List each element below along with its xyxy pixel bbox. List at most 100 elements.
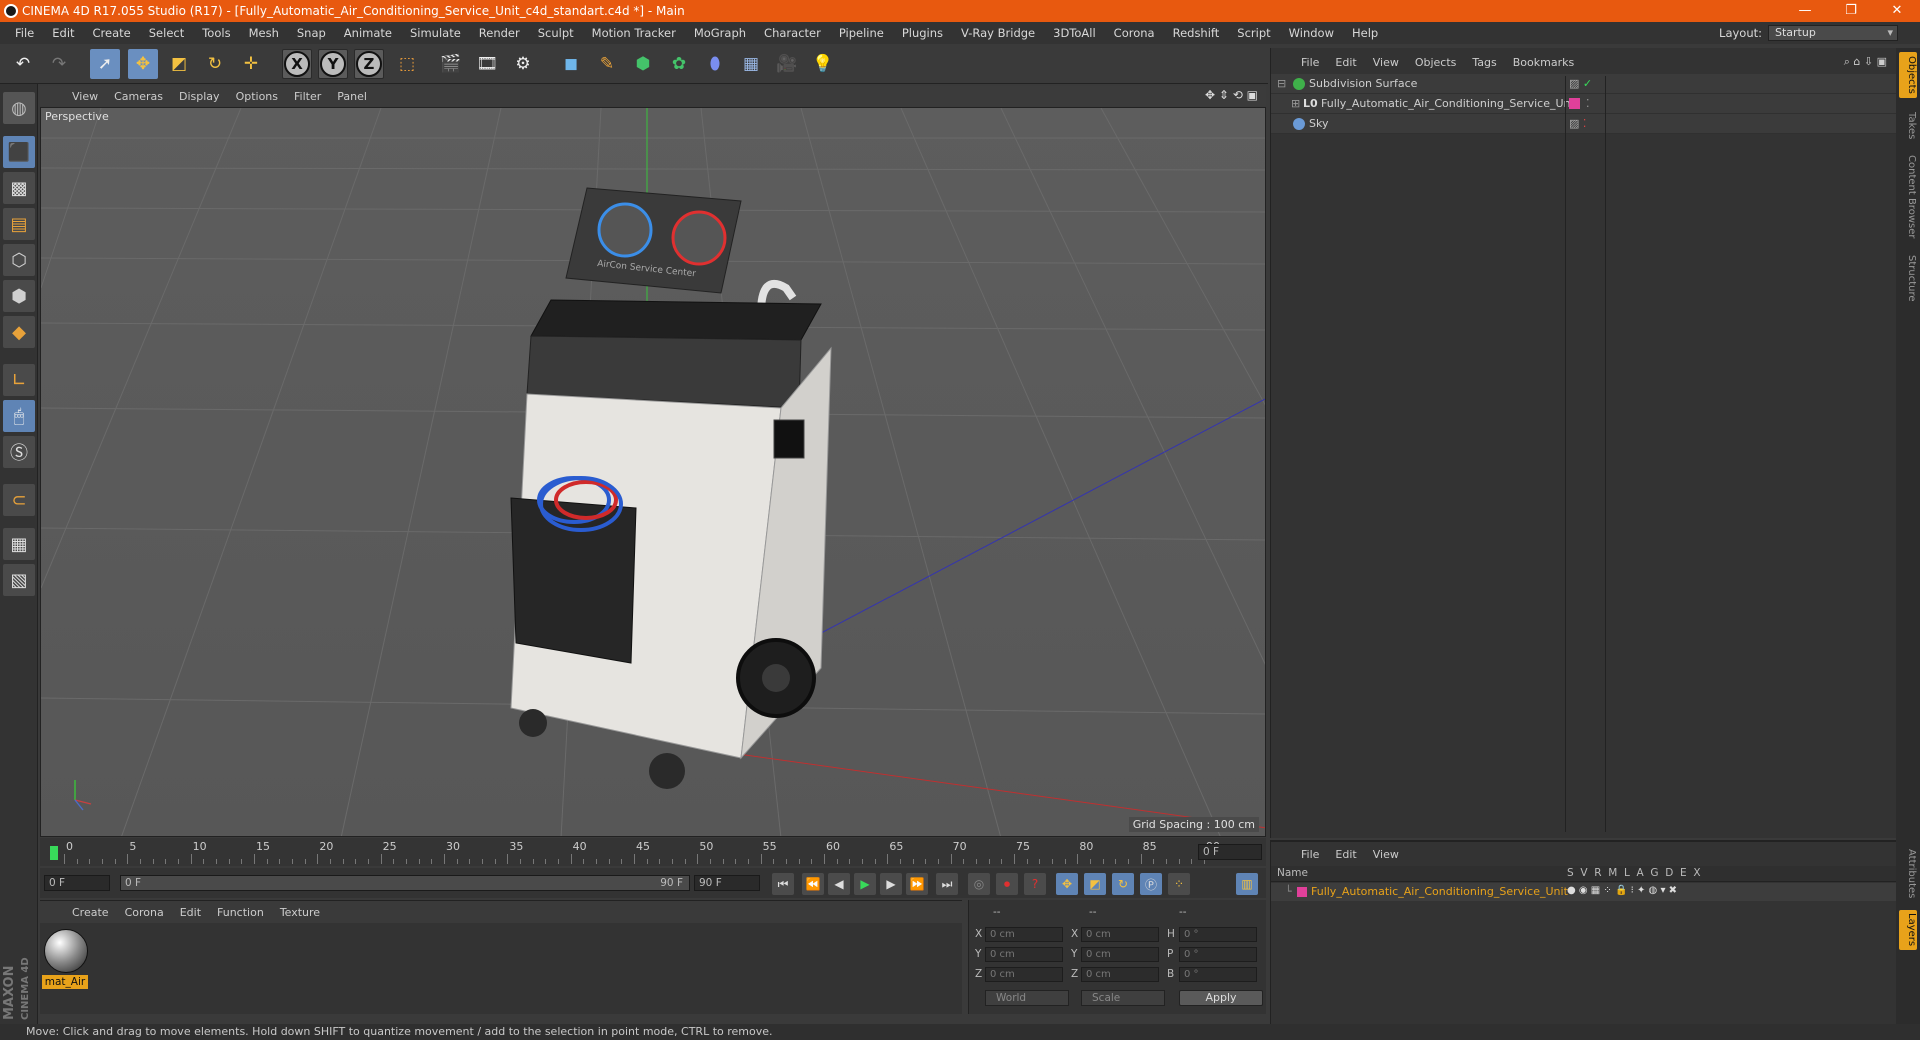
material-preview-swatch[interactable]	[44, 929, 88, 973]
menu-3dtoall[interactable]: 3DToAll	[1044, 26, 1105, 40]
menu-mesh[interactable]: Mesh	[240, 26, 288, 40]
col-expressions[interactable]: E	[1680, 867, 1687, 879]
make-editable-icon[interactable]: ◍	[3, 92, 35, 124]
object-row-service-unit[interactable]: ⊞ L0 Fully_Automatic_Air_Conditioning_Se…	[1271, 94, 1897, 114]
viewport-menu-display[interactable]: Display	[171, 90, 228, 103]
objects-menu-view[interactable]: View	[1365, 56, 1407, 69]
workplane-lock-icon[interactable]: ▦	[3, 528, 35, 560]
timeline-ruler[interactable]: 051015202530354045505560657075808590 0 F	[40, 838, 1266, 866]
layer-name[interactable]: Fully_Automatic_Air_Conditioning_Service…	[1311, 885, 1568, 898]
expand-toggle-icon[interactable]: ⊟	[1277, 77, 1286, 90]
tab-takes[interactable]: Takes	[1899, 106, 1917, 146]
layout-dropdown[interactable]: Startup	[1768, 25, 1898, 41]
menu-window[interactable]: Window	[1280, 26, 1343, 40]
menu-redshift[interactable]: Redshift	[1164, 26, 1229, 40]
previous-frame-icon[interactable]: ◀	[828, 873, 850, 895]
key-scale-icon[interactable]: ◩	[1084, 873, 1106, 895]
visibility-toggle-icon[interactable]: ▨ ⁚	[1569, 117, 1586, 130]
col-render[interactable]: R	[1594, 867, 1601, 879]
tab-objects[interactable]: Objects	[1899, 52, 1917, 98]
object-row-sky[interactable]: Sky ▨ ⁚	[1271, 114, 1897, 134]
menu-edit[interactable]: Edit	[43, 26, 83, 40]
viewport-perspective[interactable]: AirCon Service Center Perspective Grid S…	[40, 107, 1266, 837]
play-icon[interactable]: ▶	[854, 873, 876, 895]
viewport-menu-view[interactable]: View	[64, 90, 106, 103]
light-icon[interactable]: 💡	[808, 49, 838, 79]
cloner-icon[interactable]: ✿	[664, 49, 694, 79]
start-frame-field[interactable]: 0 F	[44, 875, 110, 891]
redo-icon[interactable]: ↷	[44, 49, 74, 79]
material-menu-create[interactable]: Create	[64, 906, 117, 919]
camera-icon[interactable]: 🎥	[772, 49, 802, 79]
position-z-field[interactable]: 0 cm	[985, 967, 1063, 982]
layers-menu-edit[interactable]: Edit	[1327, 848, 1364, 861]
menu-vray-bridge[interactable]: V-Ray Bridge	[952, 26, 1044, 40]
col-view[interactable]: V	[1580, 867, 1587, 879]
edges-mode-icon[interactable]: ⬢	[3, 280, 35, 312]
col-locked[interactable]: L	[1624, 867, 1630, 879]
key-position-icon[interactable]: ✥	[1056, 873, 1078, 895]
deformer-icon[interactable]: ⬮	[700, 49, 730, 79]
col-manager[interactable]: M	[1608, 867, 1617, 879]
material-menu-function[interactable]: Function	[209, 906, 272, 919]
x-axis-lock-icon[interactable]: X	[282, 49, 312, 79]
menu-animate[interactable]: Animate	[335, 26, 401, 40]
viewport-menu-filter[interactable]: Filter	[286, 90, 329, 103]
apply-button[interactable]: Apply	[1179, 990, 1263, 1006]
maximize-button[interactable]: ❐	[1828, 0, 1874, 22]
transform-tool-icon[interactable]: ✛	[236, 49, 266, 79]
size-mode-dropdown[interactable]: Scale	[1081, 990, 1165, 1006]
object-row-subdivision-surface[interactable]: ⊟ Subdivision Surface ▨ ✓	[1271, 74, 1897, 94]
menu-sculpt[interactable]: Sculpt	[529, 26, 583, 40]
undo-icon[interactable]: ↶	[8, 49, 38, 79]
previous-key-icon[interactable]: ⏪	[802, 873, 824, 895]
layer-flag-icons[interactable]: ● ◉ ▦ ⁘ 🔒 ⁝ ✦ ◍ ▾ ✖	[1567, 885, 1677, 896]
size-x-field[interactable]: 0 cm	[1081, 927, 1159, 942]
next-key-icon[interactable]: ⏩	[906, 873, 928, 895]
polygons-mode-icon[interactable]: ◆	[3, 316, 35, 348]
snap-icon[interactable]: Ⓢ	[3, 436, 35, 468]
object-name[interactable]: Sky	[1309, 117, 1328, 130]
rotation-b-field[interactable]: 0 °	[1179, 967, 1257, 982]
layer-color-swatch[interactable]	[1297, 887, 1307, 897]
coordinate-system-icon[interactable]: ⬚	[392, 49, 422, 79]
points-mode-icon[interactable]: ⬡	[3, 244, 35, 276]
menu-snap[interactable]: Snap	[288, 26, 335, 40]
menu-create[interactable]: Create	[84, 26, 140, 40]
keyframe-selection-icon[interactable]: ?	[1024, 873, 1046, 895]
objects-menu-edit[interactable]: Edit	[1327, 56, 1364, 69]
rotation-p-field[interactable]: 0 °	[1179, 947, 1257, 962]
objects-menu-file[interactable]: File	[1293, 56, 1327, 69]
current-frame-field[interactable]: 0 F	[1198, 844, 1262, 860]
floor-icon[interactable]: ▦	[736, 49, 766, 79]
col-animation[interactable]: A	[1637, 867, 1644, 879]
menu-file[interactable]: File	[6, 26, 43, 40]
pen-spline-icon[interactable]: ✎	[592, 49, 622, 79]
model-mode-icon[interactable]: ⬛	[3, 136, 35, 168]
key-rotation-icon[interactable]: ↻	[1112, 873, 1134, 895]
end-frame-field[interactable]: 90 F	[694, 875, 760, 891]
workplane-mode-icon[interactable]: ▤	[3, 208, 35, 240]
rotate-tool-icon[interactable]: ↻	[200, 49, 230, 79]
object-manager-search-icon[interactable]: ⌕ ⌂ ⇩ ▣	[1844, 55, 1887, 69]
size-z-field[interactable]: 0 cm	[1081, 967, 1159, 982]
menu-tools[interactable]: Tools	[193, 26, 239, 40]
expand-toggle-icon[interactable]: ⊞	[1291, 97, 1300, 110]
viewport-menu-panel[interactable]: Panel	[329, 90, 375, 103]
render-view-icon[interactable]: 🎬	[436, 49, 466, 79]
close-button[interactable]: ✕	[1874, 0, 1920, 22]
minimize-button[interactable]: —	[1782, 0, 1828, 22]
texture-mode-icon[interactable]: ▩	[3, 172, 35, 204]
objects-menu-bookmarks[interactable]: Bookmarks	[1505, 56, 1582, 69]
magnet-icon[interactable]: ⊂	[3, 484, 35, 516]
z-axis-lock-icon[interactable]: Z	[354, 49, 384, 79]
menu-plugins[interactable]: Plugins	[893, 26, 952, 40]
menu-corona[interactable]: Corona	[1105, 26, 1164, 40]
next-frame-icon[interactable]: ▶	[880, 873, 902, 895]
workplane-align-icon[interactable]: ▧	[3, 564, 35, 596]
record-active-icon[interactable]: ◎	[968, 873, 990, 895]
col-solo[interactable]: S	[1567, 867, 1574, 879]
objects-menu-objects[interactable]: Objects	[1407, 56, 1465, 69]
layers-menu-file[interactable]: File	[1293, 848, 1327, 861]
position-x-field[interactable]: 0 cm	[985, 927, 1063, 942]
